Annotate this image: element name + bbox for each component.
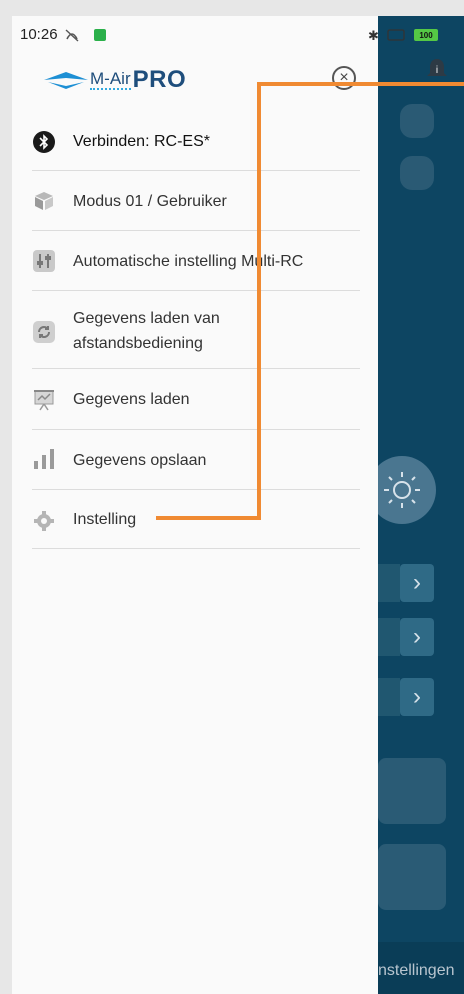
menu-item-label: Verbinden: RC-ES* [73,133,210,150]
status-time: 10:26 [20,26,58,43]
bottom-bar: nstellingen [378,942,464,994]
menu-item-load-data[interactable]: Gegevens laden [32,368,360,430]
menu-item-label: Modus 01 / Gebruiker [73,193,227,210]
menu-item-label: Gegevens laden van [73,310,220,327]
chevron-right-icon[interactable]: › [400,618,434,656]
svg-text:100: 100 [419,31,433,40]
menu-item-label: Automatische instelling Multi-RC [73,253,304,270]
menu-item-auto-setting[interactable]: Automatische instelling Multi-RC [32,230,360,291]
background-app: i › › › nstellingen [368,16,464,994]
person-card[interactable] [378,844,446,910]
close-icon[interactable]: × [332,66,356,90]
annotation-line-vertical [257,82,261,520]
chevron-right-icon[interactable]: › [400,564,434,602]
svg-text:✱: ✱ [368,29,379,43]
menu-item-load-from-remote[interactable]: Gegevens laden van afstandsbediening [32,290,360,369]
annotation-line-horizontal-top [257,82,464,86]
status-icons [64,27,108,43]
presentation-chart-icon [32,388,56,412]
menu-item-connect[interactable]: Verbinden: RC-ES* [32,110,360,171]
gear-icon [32,509,56,533]
app-logo: M-Air PRO [42,66,186,94]
annotation-line-horizontal-bottom [156,516,260,520]
sun-button[interactable] [368,456,436,524]
menu-item-label: Instelling [73,511,137,528]
cube-icon [32,189,56,213]
menu-item-save-data[interactable]: Gegevens opslaan [32,429,360,490]
notification-icon[interactable]: i [422,54,452,84]
logo-suffix: PRO [132,66,187,93]
window-icon[interactable] [400,104,434,138]
phone-frame: i › › › nstellingen 10:26 ✱ 100 M-Air PRO… [0,0,464,994]
menu-item-mode[interactable]: Modus 01 / Gebruiker [32,170,360,231]
expand-icon[interactable] [400,156,434,190]
bluetooth-icon [32,130,56,154]
sync-icon [32,320,56,344]
chevron-right-icon[interactable]: › [400,678,434,716]
logo-brand: M-Air [90,69,131,90]
battery-icon: ✱ 100 [366,27,460,44]
menu-item-label: Gegevens laden [73,391,190,408]
svg-text:i: i [436,65,438,76]
airflow-card[interactable] [378,758,446,824]
logo-icon [44,72,88,89]
settings-tab-label[interactable]: nstellingen [378,962,455,980]
menu-item-label: Gegevens opslaan [73,452,207,469]
bar-chart-icon [32,447,56,471]
sliders-icon [32,249,56,273]
menu-item-label-line2: afstandsbediening [73,335,203,352]
